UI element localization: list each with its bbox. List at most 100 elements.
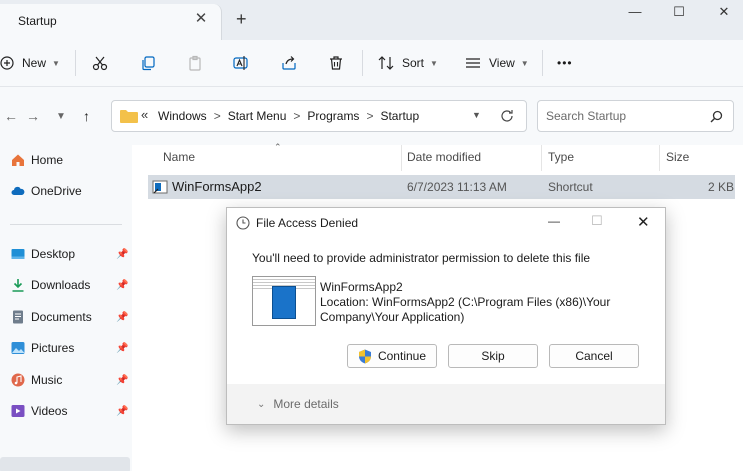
app-icon (272, 286, 296, 319)
new-button[interactable]: New ▼ (0, 52, 60, 74)
rename-button[interactable] (233, 52, 250, 74)
delete-icon (330, 56, 342, 70)
sidebar-item-desktop[interactable]: Desktop 📌 (0, 243, 132, 265)
tab-close-icon[interactable]: ✕ (193, 11, 209, 27)
refresh-icon[interactable] (500, 109, 514, 123)
search-icon[interactable] (710, 110, 723, 123)
file-details: WinFormsApp2 Location: WinFormsApp2 (C:\… (320, 280, 610, 325)
cloud-icon (11, 186, 25, 195)
sidebar-item-pictures[interactable]: Pictures 📌 (0, 337, 132, 359)
pin-icon[interactable]: 📌 (116, 406, 128, 417)
column-header-size[interactable]: Size (666, 150, 689, 164)
breadcrumb-startup[interactable]: Startup (380, 109, 419, 123)
sidebar-item-label: Music (31, 373, 63, 387)
breadcrumb-separator[interactable]: > (293, 109, 300, 123)
column-divider[interactable] (401, 145, 402, 171)
sidebar-item-documents[interactable]: Documents 📌 (0, 306, 132, 328)
new-tab-icon[interactable]: + (236, 10, 247, 28)
table-row[interactable]: WinFormsApp2 6/7/2023 11:13 AM Shortcut … (148, 175, 735, 199)
up-arrow-icon[interactable]: ↑ (83, 108, 90, 124)
navigation-pane: Home OneDrive Desktop 📌 Downloads 📌 Docu… (0, 145, 132, 471)
sidebar-item-label: Desktop (31, 247, 76, 261)
download-icon (12, 279, 24, 292)
breadcrumb-separator[interactable]: > (366, 109, 373, 123)
maximize-icon[interactable]: ☐ (668, 3, 690, 21)
column-divider[interactable] (541, 145, 542, 171)
breadcrumb-programs[interactable]: Programs (307, 109, 359, 123)
close-window-icon[interactable]: ✕ (713, 3, 735, 21)
cancel-button[interactable]: Cancel (549, 344, 639, 368)
new-icon (0, 56, 14, 70)
recent-chevron-icon[interactable]: ▼ (56, 111, 66, 122)
view-icon (466, 58, 480, 68)
title-bar: Startup ✕ + — ☐ ✕ (0, 0, 743, 40)
column-header-name[interactable]: Name (163, 150, 195, 164)
skip-button[interactable]: Skip (448, 344, 538, 368)
pin-icon[interactable]: 📌 (116, 249, 128, 260)
sidebar-item-label: OneDrive (31, 184, 82, 198)
divider (10, 224, 122, 225)
copy-button[interactable] (140, 52, 156, 74)
sidebar-item-label: Pictures (31, 341, 75, 355)
sort-button[interactable]: Sort ▼ (378, 52, 438, 74)
more-details-toggle[interactable]: ⌄ More details (257, 397, 339, 411)
sidebar-item-videos[interactable]: Videos 📌 (0, 400, 132, 422)
share-icon (282, 56, 296, 70)
back-arrow-icon[interactable]: ← (4, 108, 18, 124)
skip-label: Skip (481, 349, 505, 363)
column-header-type[interactable]: Type (548, 150, 574, 164)
column-header-date[interactable]: Date modified (407, 150, 481, 164)
search-input[interactable]: Search Startup (537, 100, 734, 132)
pin-icon[interactable]: 📌 (116, 343, 128, 354)
sort-label: Sort (402, 56, 425, 70)
chevron-down-icon: ⌄ (257, 398, 266, 410)
uac-shield-icon (358, 349, 371, 363)
view-button[interactable]: View ▼ (465, 52, 529, 74)
sidebar-item-home[interactable]: Home (0, 149, 132, 171)
clock-icon (236, 216, 250, 230)
dialog-file-name: WinFormsApp2 (320, 280, 403, 294)
breadcrumb-separator[interactable]: > (214, 109, 221, 123)
sidebar-item-label: Documents (31, 310, 92, 324)
sidebar-item-this-pc[interactable] (0, 457, 130, 471)
continue-button[interactable]: Continue (347, 344, 437, 368)
sidebar-item-onedrive[interactable]: OneDrive (0, 180, 132, 202)
dialog-title: File Access Denied (256, 216, 359, 230)
overflow-chevron-icon[interactable]: « (141, 107, 148, 122)
sidebar-item-music[interactable]: Music 📌 (0, 369, 132, 391)
breadcrumb-windows[interactable]: Windows (158, 109, 207, 123)
paste-button[interactable] (187, 52, 203, 74)
more-icon: ••• (557, 56, 573, 70)
pin-icon[interactable]: 📌 (116, 312, 128, 323)
dialog-close-icon[interactable]: ✕ (637, 213, 650, 231)
address-bar[interactable]: « Windows > Start Menu > Programs > Star… (111, 100, 527, 132)
more-button[interactable]: ••• (557, 52, 573, 74)
sort-icon (378, 56, 394, 70)
column-divider[interactable] (659, 145, 660, 171)
address-dropdown-icon[interactable]: ▼ (472, 110, 481, 120)
cut-button[interactable] (92, 52, 108, 74)
file-type: Shortcut (548, 180, 593, 194)
delete-button[interactable] (328, 52, 344, 74)
cancel-label: Cancel (575, 349, 613, 363)
more-details-label: More details (273, 397, 339, 411)
pin-icon[interactable]: 📌 (116, 280, 128, 291)
new-label: New (22, 56, 47, 70)
pin-icon[interactable]: 📌 (116, 375, 128, 386)
dialog-location-line2: Company\Your Application) (320, 310, 465, 324)
file-thumbnail (252, 276, 316, 326)
rename-icon (233, 56, 248, 70)
breadcrumb-start-menu[interactable]: Start Menu (228, 109, 287, 123)
breadcrumb: Windows > Start Menu > Programs > Startu… (158, 109, 419, 123)
sidebar-item-downloads[interactable]: Downloads 📌 (0, 274, 132, 296)
forward-arrow-icon[interactable]: → (26, 108, 40, 124)
tab-startup[interactable]: Startup ✕ (0, 4, 222, 40)
search-placeholder: Search Startup (546, 109, 627, 123)
dialog-minimize-icon[interactable]: — (548, 214, 560, 228)
command-bar: New ▼ Sort ▼ View ▼ ••• (0, 40, 743, 87)
minimize-icon[interactable]: — (624, 3, 646, 21)
music-icon (11, 373, 25, 387)
share-button[interactable] (281, 52, 297, 74)
file-size: 2 KB (708, 180, 735, 194)
chevron-down-icon: ▼ (520, 58, 529, 68)
